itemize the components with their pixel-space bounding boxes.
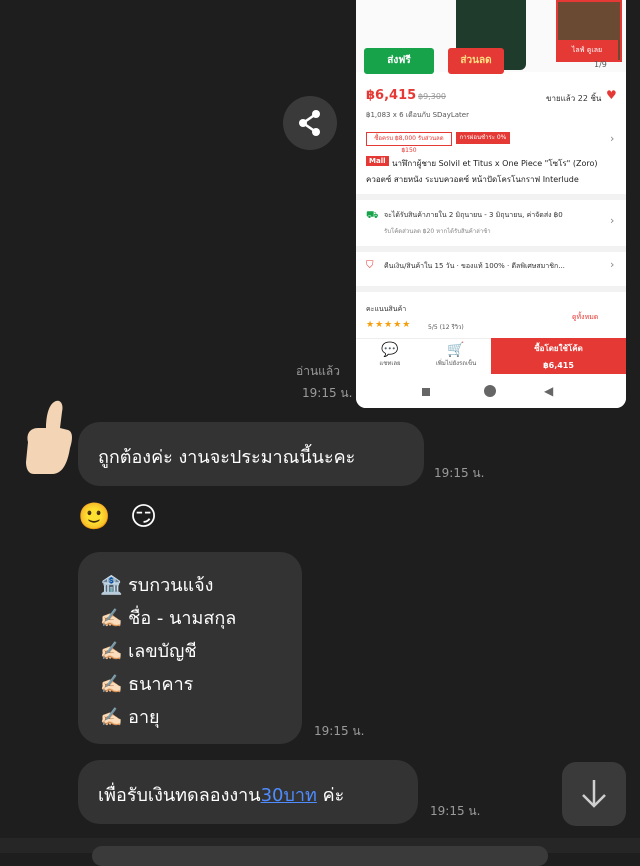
rating-stars: ★★★★★ bbox=[366, 320, 412, 330]
message-line: ✍🏻 ชื่อ - นามสกุล bbox=[100, 608, 237, 629]
message-time: 19:15 น. bbox=[430, 804, 481, 818]
message-text: เพื่อรับเงินทดลองงาน30บาท ค่ะ bbox=[98, 780, 344, 809]
shield-icon: ⛉ bbox=[366, 260, 374, 271]
truck-icon: ⛟ bbox=[366, 210, 379, 221]
old-price: ฿9,300 bbox=[418, 92, 446, 101]
share-icon bbox=[299, 110, 320, 136]
live-caption: ไลฟ์ ดูเลย bbox=[556, 40, 618, 60]
back-icon: ◀ bbox=[544, 384, 554, 398]
shipping-sub: รับโค้ดส่วนลด ฿20 หากได้รับสินค้าล่าช้า bbox=[384, 228, 491, 235]
thumbs-up-avatar[interactable] bbox=[22, 398, 74, 478]
free-shipping-badge: ส่งฟรี bbox=[364, 48, 434, 74]
divider bbox=[356, 286, 626, 292]
scroll-down-icon bbox=[582, 780, 606, 808]
share-button[interactable] bbox=[283, 96, 337, 150]
add-to-cart-button: 🛒 เพิ่มไปยังรถเข็น bbox=[426, 342, 486, 368]
discount-badge: ส่วนลด bbox=[448, 48, 504, 74]
buy-button: ซื้อโดยใช้โค้ด ฿6,415 bbox=[491, 338, 626, 374]
read-receipt: อ่านแล้ว bbox=[296, 364, 340, 378]
chat-label: แชทเลย bbox=[379, 360, 401, 367]
product-title: นาฬิกาผู้ชาย Solvil et Titus x One Piece… bbox=[366, 159, 598, 184]
cart-label: เพิ่มไปยังรถเข็น bbox=[435, 360, 477, 367]
message-bubble[interactable]: ถูกต้องค่ะ งานจะประมาณนี้นะคะ bbox=[78, 422, 424, 486]
smile-emoji[interactable]: 🙂 bbox=[78, 502, 110, 532]
installment-info: ฿1,083 x 6 เดือนกับ SDayLater bbox=[366, 111, 469, 119]
coupon-shipping: ซื้อครบ ฿8,000 รับส่วนลด ฿150 bbox=[366, 132, 452, 154]
review-header: คะแนนสินค้า bbox=[366, 305, 407, 313]
divider bbox=[356, 194, 626, 200]
mall-tag: Mall bbox=[366, 156, 389, 166]
buy-label: ซื้อโดยใช้โค้ด bbox=[534, 344, 583, 353]
chevron-right-icon: › bbox=[610, 214, 615, 227]
amount-link[interactable]: 30บาท bbox=[261, 785, 317, 806]
message-line: 🏦 รบกวนแจ้ง bbox=[100, 575, 214, 596]
message-time: 19:15 น. bbox=[314, 724, 365, 738]
recents-icon bbox=[422, 388, 430, 396]
message-input[interactable] bbox=[92, 846, 548, 866]
buy-price: ฿6,415 bbox=[543, 361, 574, 370]
shared-product-image[interactable]: ไลฟ์ ดูเลย ส่งฟรี ส่วนลด 1/9 ฿6,415 ฿9,3… bbox=[356, 0, 626, 408]
message-line: ✍🏻 ธนาคาร bbox=[100, 674, 194, 695]
message-line: ✍🏻 เลขบัญชี bbox=[100, 641, 197, 662]
message-text-suffix: ค่ะ bbox=[316, 785, 345, 806]
cart-icon: 🛒 bbox=[447, 342, 465, 358]
message-text: ถูกต้องค่ะ งานจะประมาณนี้นะคะ bbox=[98, 447, 356, 468]
chat-button: 💬 แชทเลย bbox=[370, 342, 410, 368]
rating-text: 5/5 (12 รีวิว) bbox=[428, 324, 464, 331]
scroll-to-bottom-button[interactable] bbox=[562, 762, 626, 826]
image-counter: 1/9 bbox=[594, 60, 607, 69]
coupon-installment: การผ่อนชำระ 0% bbox=[456, 132, 510, 144]
return-policy: คืนเงิน/สินค้าใน 15 วัน · ของแท้ 100% · … bbox=[384, 262, 565, 270]
home-icon bbox=[484, 385, 496, 397]
message-time: 19:15 น. bbox=[302, 386, 353, 400]
smirk-emoji[interactable]: 😏 bbox=[130, 502, 157, 532]
heart-icon: ♥ bbox=[606, 88, 617, 102]
sold-count: ขายแล้ว 22 ชิ้น bbox=[546, 94, 602, 103]
message-line: ✍🏻 อายุ bbox=[100, 707, 160, 728]
chat-icon: 💬 bbox=[381, 342, 399, 358]
divider bbox=[356, 246, 626, 252]
message-bubble[interactable]: เพื่อรับเงินทดลองงาน30บาท ค่ะ bbox=[78, 760, 418, 824]
message-bubble[interactable]: 🏦 รบกวนแจ้ง ✍🏻 ชื่อ - นามสกุล ✍🏻 เลขบัญช… bbox=[78, 552, 302, 744]
shipping-info: จะได้รับสินค้าภายใน 2 มิถุนายน - 3 มิถุน… bbox=[384, 211, 563, 219]
message-time: 19:15 น. bbox=[434, 466, 485, 480]
message-text-prefix: เพื่อรับเงินทดลองงาน bbox=[98, 785, 261, 806]
review-see-all: ดูทั้งหมด bbox=[572, 313, 599, 321]
chevron-right-icon: › bbox=[610, 258, 615, 271]
chevron-right-icon: › bbox=[610, 132, 615, 145]
price: ฿6,415 bbox=[366, 88, 417, 103]
